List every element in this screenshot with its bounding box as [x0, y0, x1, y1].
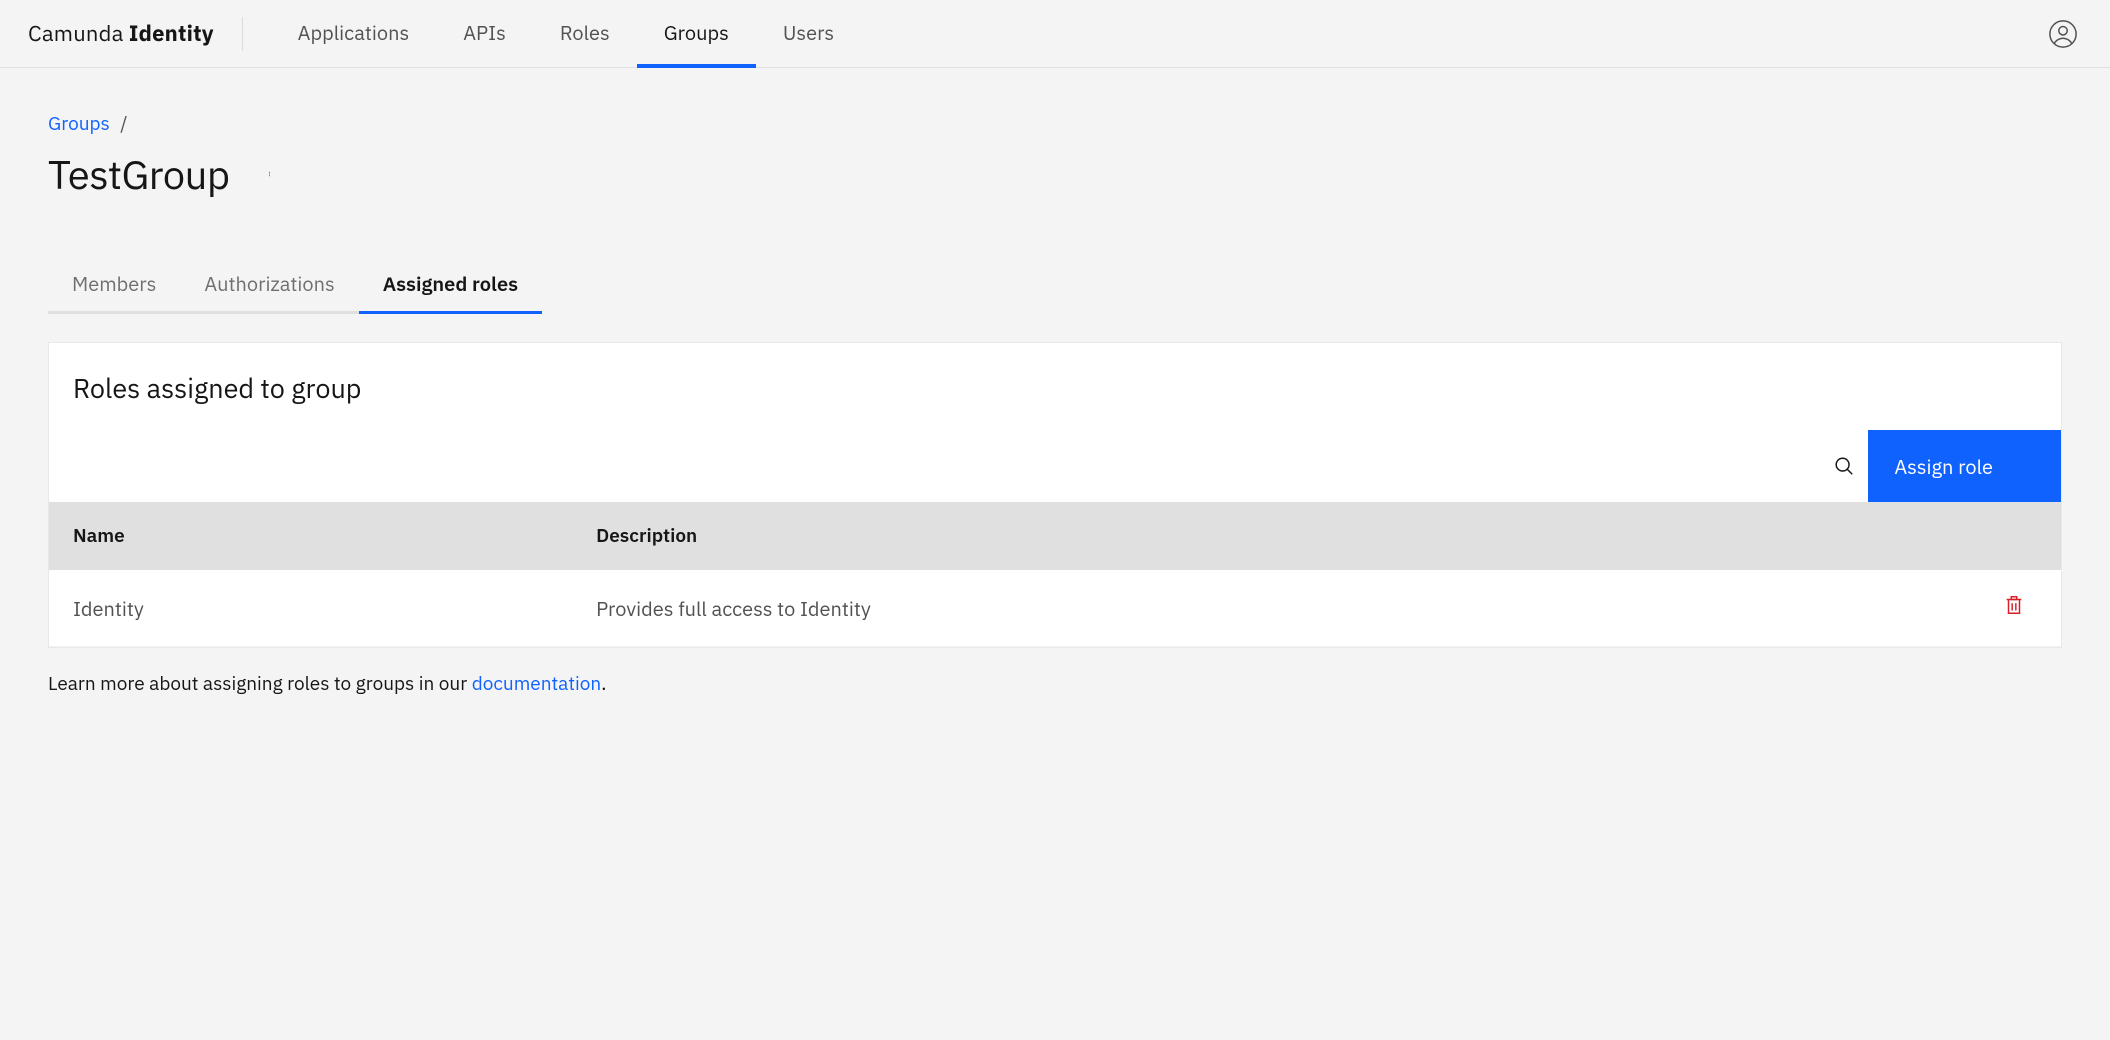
nav-apis[interactable]: APIs — [436, 0, 533, 68]
header-right — [2048, 19, 2082, 49]
assign-role-button[interactable]: Assign role — [1868, 430, 2061, 502]
breadcrumb-parent[interactable]: Groups — [48, 112, 110, 136]
column-description: Description — [572, 502, 1979, 570]
cell-description: Provides full access to Identity — [572, 570, 1979, 647]
nav-users[interactable]: Users — [756, 0, 861, 68]
footer-note: Learn more about assigning roles to grou… — [48, 648, 2062, 720]
footer-text-after: . — [601, 672, 606, 696]
column-name: Name — [49, 502, 572, 570]
tab-authorizations[interactable]: Authorizations — [180, 256, 358, 314]
column-actions — [1979, 502, 2061, 570]
title-row: TestGroup — [48, 148, 2062, 200]
roles-card: Roles assigned to group Assign role Name… — [48, 342, 2062, 648]
main-content: Groups / TestGroup Members Authorization… — [0, 68, 2110, 764]
documentation-link[interactable]: documentation — [472, 672, 602, 696]
brand-name: Identity — [129, 19, 214, 48]
tab-assigned-roles[interactable]: Assigned roles — [359, 256, 542, 314]
tab-members[interactable]: Members — [48, 256, 180, 314]
delete-icon[interactable] — [2003, 594, 2025, 616]
brand: Camunda Identity — [28, 19, 242, 48]
page-title: TestGroup — [48, 148, 230, 200]
breadcrumb: Groups / — [48, 112, 2062, 136]
card-header: Roles assigned to group — [49, 343, 2061, 430]
table-row: Identity Provides full access to Identit… — [49, 570, 2061, 647]
tabs: Members Authorizations Assigned roles — [48, 256, 2062, 314]
nav-applications[interactable]: Applications — [271, 0, 437, 68]
nav-groups[interactable]: Groups — [637, 0, 756, 68]
footer-text-before: Learn more about assigning roles to grou… — [48, 672, 472, 696]
overflow-menu-icon[interactable] — [260, 164, 280, 184]
card-toolbar: Assign role — [49, 430, 2061, 502]
cell-actions — [1979, 570, 2061, 647]
card-title: Roles assigned to group — [73, 371, 2037, 406]
nav-roles[interactable]: Roles — [533, 0, 637, 68]
roles-table: Name Description Identity Provides full … — [49, 502, 2061, 647]
brand-prefix: Camunda — [28, 19, 129, 48]
search-icon[interactable] — [1820, 430, 1868, 502]
user-avatar-icon[interactable] — [2048, 19, 2078, 49]
cell-name: Identity — [49, 570, 572, 647]
top-nav: Applications APIs Roles Groups Users — [271, 0, 862, 67]
divider — [242, 17, 243, 51]
app-header: Camunda Identity Applications APIs Roles… — [0, 0, 2110, 68]
breadcrumb-separator: / — [120, 112, 127, 136]
